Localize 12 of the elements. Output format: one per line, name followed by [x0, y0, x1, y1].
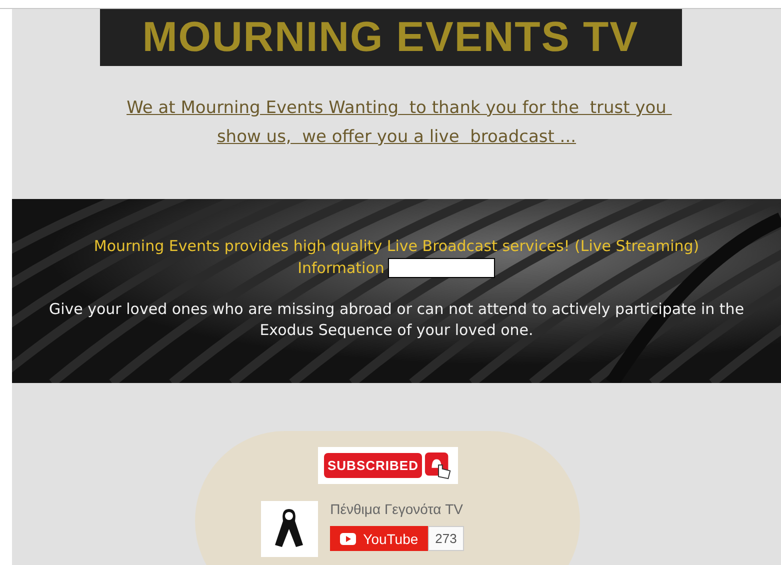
bell-click-icon[interactable]: [424, 450, 454, 480]
headline-text: Mourning Events provides high quality Live Broadcast services! (Live Streaming): [92, 236, 700, 257]
subscribed-button[interactable]: SUBSCRIBED: [324, 453, 422, 478]
play-icon: [340, 532, 356, 544]
subscriber-count: 273: [428, 526, 464, 551]
youtube-button[interactable]: YouTube: [330, 526, 428, 551]
body-text: Give your loved ones who are missing abroad or can not attend to actively participate in the Exodus Sequence of your loved one.: [48, 299, 746, 341]
site-title: MOURNING EVENTS TV: [100, 9, 682, 66]
ribbon-logo-icon: [261, 501, 318, 557]
info-label: Information: [298, 259, 384, 277]
intro-link[interactable]: We at Mourning Events Wanting to thank you for the trust you show us, we offer you a live broadcast ...: [116, 94, 676, 199]
channel-name[interactable]: Πένθιμα Γεγονότα TV: [330, 501, 464, 517]
